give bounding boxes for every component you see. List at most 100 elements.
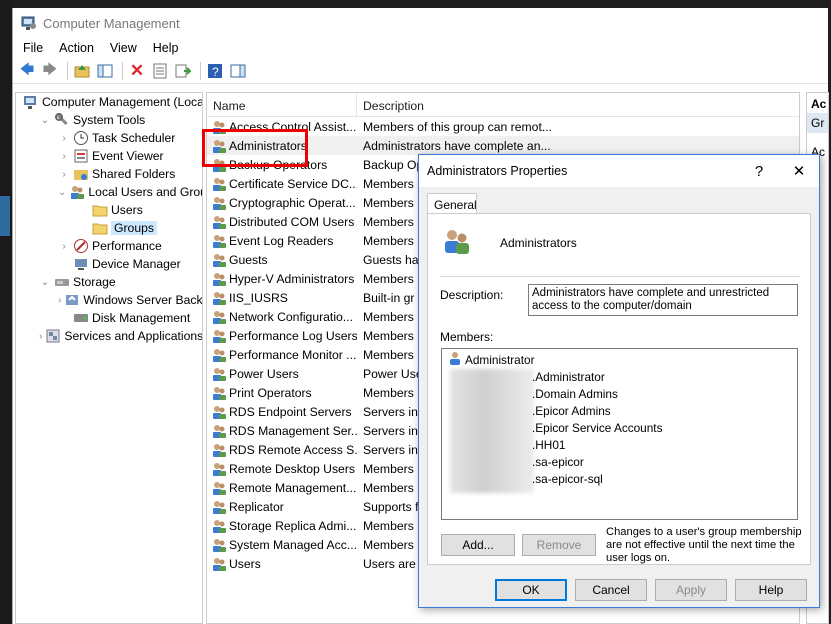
storage-icon [54, 274, 70, 290]
chevron-right-icon[interactable]: › [58, 241, 70, 252]
group-name-text: Distributed COM Users [229, 214, 355, 229]
tree-item[interactable]: ⌄ Storage [16, 273, 202, 291]
member-item[interactable]: .HH01 [442, 436, 797, 453]
tree-item-label: Groups [111, 221, 157, 235]
forward-arrow-icon[interactable]: 🡆 [40, 61, 60, 81]
group-name-text: RDS Remote Access S... [229, 442, 357, 457]
remove-button[interactable]: Remove [522, 534, 596, 556]
member-name: .Epicor Admins [532, 403, 611, 418]
tab-general[interactable]: General [427, 193, 477, 214]
apply-button[interactable]: Apply [655, 579, 727, 601]
group-description-cell: Members of this group can remot... [363, 119, 552, 134]
chevron-down-icon[interactable]: ⌄ [39, 277, 51, 288]
tree-item[interactable]: › Windows Server Backup [16, 291, 202, 309]
actions-header: Ac [811, 97, 827, 111]
tree-item[interactable]: › Event Viewer [16, 147, 202, 165]
description-label: Description: [440, 288, 504, 302]
group-name: Administrators [500, 236, 577, 250]
chevron-right-icon[interactable]: › [58, 169, 70, 180]
group-description-cell: Members [363, 480, 414, 495]
tree-item[interactable]: › Task Scheduler [16, 129, 202, 147]
tree-item-label: Services and Applications [64, 329, 203, 343]
group-name-cell: RDS Remote Access S... [207, 442, 357, 458]
group-description-cell: Members [363, 309, 414, 324]
tree-item-label: Event Viewer [92, 149, 164, 163]
chevron-right-icon[interactable]: › [58, 133, 70, 144]
chevron-down-icon[interactable]: ⌄ [58, 187, 66, 198]
group-icon [211, 556, 227, 572]
member-name: .Administrator [532, 369, 605, 384]
group-icon [440, 226, 472, 261]
menu-file[interactable]: File [15, 41, 51, 55]
dialog-close-button[interactable]: ✕ [779, 162, 819, 180]
chevron-down-icon[interactable]: ⌄ [39, 115, 51, 126]
group-icon [211, 233, 227, 249]
group-name-text: Remote Management... [229, 480, 357, 495]
svg-text:?: ? [212, 65, 219, 79]
chevron-right-icon[interactable]: › [58, 295, 61, 306]
member-item[interactable]: .Administrator [442, 368, 797, 385]
tree-item[interactable]: › Performance [16, 237, 202, 255]
tree-item[interactable]: Users [16, 201, 202, 219]
delete-icon[interactable]: ✕ [127, 61, 147, 81]
disk-icon [73, 310, 89, 326]
group-name-cell: Event Log Readers [207, 233, 357, 249]
group-icon [211, 480, 227, 496]
group-icon [211, 214, 227, 230]
group-description-cell: Members [363, 385, 414, 400]
membership-note: Changes to a user's group membership are… [606, 526, 802, 564]
column-header-name[interactable]: Name [207, 93, 357, 116]
group-name-cell: RDS Management Ser... [207, 423, 357, 439]
desktop-edge [0, 0, 12, 624]
ok-button[interactable]: OK [495, 579, 567, 601]
computer-management-icon [23, 94, 39, 110]
tree-item[interactable]: ⌄ System Tools [16, 111, 202, 129]
export-list-icon[interactable] [173, 61, 193, 81]
help-icon[interactable]: ? [205, 61, 225, 81]
member-item[interactable]: .Epicor Service Accounts [442, 419, 797, 436]
member-item[interactable]: .Domain Admins [442, 385, 797, 402]
group-name-text: Remote Desktop Users [229, 461, 355, 476]
member-name: .sa-epicor-sql [532, 471, 603, 486]
dialog-help-button[interactable]: ? [739, 163, 779, 180]
menu-view[interactable]: View [102, 41, 145, 55]
member-item[interactable]: .sa-epicor [442, 453, 797, 470]
group-name-cell: Hyper-V Administrators [207, 271, 357, 287]
tree-item-label: Disk Management [92, 311, 191, 325]
group-icon [211, 537, 227, 553]
description-field[interactable]: Administrators have complete and unrestr… [528, 284, 798, 316]
actions-item-groups[interactable]: Gr [807, 113, 828, 133]
tree-item[interactable]: Computer Management (Local [16, 93, 202, 111]
group-description-cell: Backup Op [363, 157, 424, 172]
properties-icon[interactable] [150, 61, 170, 81]
highlight-annotation-box [202, 129, 308, 167]
column-header-description[interactable]: Description [357, 93, 424, 116]
cancel-button[interactable]: Cancel [575, 579, 647, 601]
toolbar-divider [67, 61, 68, 80]
up-folder-icon[interactable] [72, 61, 92, 81]
member-name: Administrator [465, 352, 535, 367]
tree-item[interactable]: Device Manager [16, 255, 202, 273]
tree-item[interactable]: › Services and Applications [16, 327, 202, 345]
help-button[interactable]: Help [735, 579, 807, 601]
chevron-right-icon[interactable]: › [39, 331, 42, 342]
tree-item[interactable]: Groups [16, 219, 202, 237]
group-description-cell: Members [363, 518, 414, 533]
show-hide-tree-icon[interactable] [95, 61, 115, 81]
members-list[interactable]: Administrator .Administrator .Domain Admin… [441, 348, 798, 520]
chevron-right-icon[interactable]: › [58, 151, 70, 162]
add-button[interactable]: Add... [441, 534, 515, 556]
menu-help[interactable]: Help [145, 41, 187, 55]
group-name-cell: Print Operators [207, 385, 357, 401]
member-item[interactable]: Administrator [442, 351, 797, 368]
tree-item[interactable]: Disk Management [16, 309, 202, 327]
tree-item[interactable]: ⌄ Local Users and Groups [16, 183, 202, 201]
menu-action[interactable]: Action [51, 41, 102, 55]
show-hide-action-pane-icon[interactable] [228, 61, 248, 81]
group-name-text: Print Operators [229, 385, 312, 400]
tree-item[interactable]: › Shared Folders [16, 165, 202, 183]
back-arrow-icon[interactable]: 🡄 [17, 61, 37, 81]
group-icon [211, 423, 227, 439]
member-item[interactable]: .sa-epicor-sql [442, 470, 797, 487]
member-item[interactable]: .Epicor Admins [442, 402, 797, 419]
